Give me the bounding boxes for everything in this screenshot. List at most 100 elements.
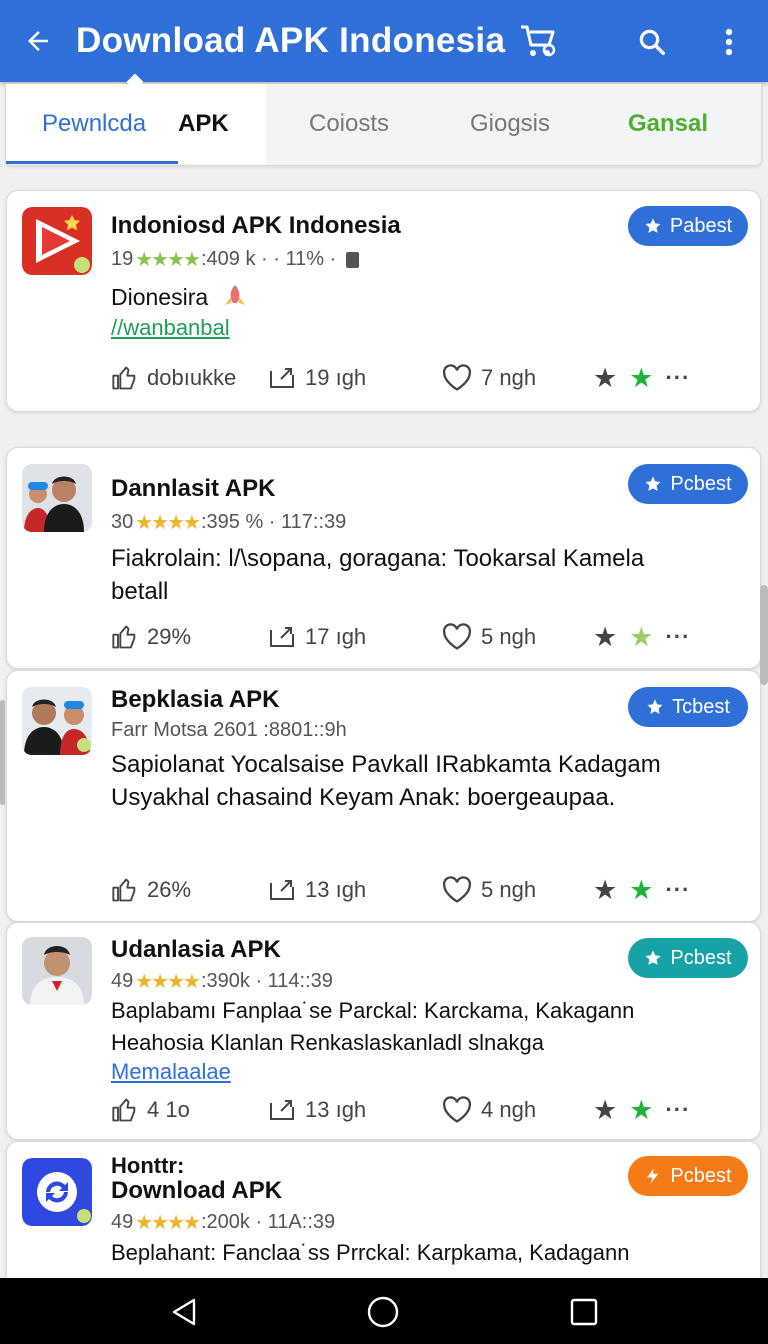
- more-vert-icon: [725, 28, 733, 56]
- card-description: Baplabamı Fanplaa˙se Parckal: Karckama, …: [111, 998, 635, 1055]
- share-button[interactable]: 17 ıgh: [267, 622, 366, 652]
- rating-stars-icon: ★★★★: [135, 249, 201, 271]
- search-button[interactable]: [630, 20, 674, 64]
- best-badge[interactable]: Pcbest: [628, 1156, 748, 1196]
- list-item[interactable]: Bepklasia APK Farr Motsa 2601 :8801::9h …: [6, 670, 761, 922]
- favorite-button[interactable]: 5 ngh: [441, 875, 536, 905]
- card-meta: 30 ★★★★ :395 % · 117::39: [111, 510, 346, 535]
- nav-recents-button[interactable]: [564, 1294, 604, 1330]
- rating-stars-icon: ★★★★: [135, 512, 201, 534]
- cart-icon[interactable]: [519, 21, 559, 61]
- best-badge[interactable]: Tcbest: [628, 687, 748, 727]
- favorite-count: 5 ngh: [481, 624, 537, 649]
- star-icon: [647, 699, 663, 714]
- share-icon: [270, 1100, 294, 1120]
- tab-downloads[interactable]: Pewnlcda APK: [6, 84, 266, 164]
- best-badge[interactable]: Pcbest: [628, 464, 748, 504]
- app-bar: Download APK Indonesia: [0, 0, 768, 82]
- favorite-button[interactable]: 5 ngh: [441, 622, 536, 652]
- star-dark-icon[interactable]: ★: [593, 875, 617, 906]
- tab-gansal[interactable]: Gansal: [588, 84, 748, 164]
- like-button[interactable]: 4 1o: [111, 1095, 190, 1125]
- heart-icon: [442, 876, 472, 903]
- card-meta: Farr Motsa 2601 :8801::9h: [111, 719, 347, 742]
- rating-actions[interactable]: ★ ★ ···: [593, 875, 690, 905]
- stat-text: :390k · 114::39: [200, 970, 333, 992]
- more-icon[interactable]: ···: [665, 877, 690, 903]
- rating-value: Farr Motsa 2601 :8801::9h: [111, 719, 347, 741]
- card-subtitle: Dionesira: [111, 283, 249, 310]
- scroll-handle[interactable]: [760, 585, 768, 685]
- tab-giogsis[interactable]: Giogsis: [432, 84, 588, 164]
- share-button[interactable]: 13 ıgh: [267, 1095, 366, 1125]
- best-badge[interactable]: Pcbest: [628, 938, 748, 978]
- card-meta: 19 ★★★★ :409 k · · 11% ·: [111, 247, 360, 272]
- card-title: Udanlasia APK: [111, 936, 281, 963]
- active-tab-underline: [6, 161, 178, 164]
- app-icon: [22, 1158, 92, 1226]
- card-title-line2: Download APK: [111, 1177, 283, 1204]
- like-count: 26%: [147, 877, 192, 902]
- list-item[interactable]: Udanlasia APK 49 ★★★★ :390k · 114::39 Ba…: [6, 922, 761, 1140]
- best-badge[interactable]: Pabest: [628, 206, 748, 246]
- list-item[interactable]: Honttr: Download APK 49 ★★★★ :200k · 11A…: [6, 1141, 761, 1278]
- like-count: 4 1o: [147, 1097, 190, 1122]
- badge-label: Pcbest: [670, 946, 732, 969]
- star-dark-icon[interactable]: ★: [593, 363, 617, 394]
- star-dark-icon[interactable]: ★: [593, 622, 617, 653]
- share-icon: [270, 880, 294, 900]
- star-dark-icon[interactable]: ★: [593, 1095, 617, 1126]
- favorite-button[interactable]: 7 ngh: [441, 363, 536, 393]
- back-button[interactable]: [0, 0, 76, 82]
- favorite-count: 4 ngh: [481, 1097, 537, 1122]
- like-button[interactable]: dobıukke: [111, 363, 236, 393]
- square-recents-icon: [570, 1298, 598, 1326]
- star-green-icon[interactable]: ★: [629, 875, 653, 906]
- tab-coiosts[interactable]: Coiosts: [266, 84, 432, 164]
- list-item[interactable]: Indoniosd APK Indonesia 19 ★★★★ :409 k ·…: [6, 190, 761, 412]
- rating-stars-icon: ★★★★: [135, 971, 201, 993]
- arrow-back-icon: [28, 31, 48, 51]
- favorite-button[interactable]: 4 ngh: [441, 1095, 536, 1125]
- star-icon: [645, 218, 661, 233]
- share-button[interactable]: 19 ıgh: [267, 363, 366, 393]
- more-icon[interactable]: ···: [665, 1097, 690, 1123]
- rating-actions[interactable]: ★ ★ ···: [593, 1095, 690, 1125]
- rating-actions[interactable]: ★ ★ ···: [593, 363, 690, 393]
- more-options-button[interactable]: [712, 20, 746, 64]
- nav-back-button[interactable]: [164, 1294, 204, 1330]
- more-icon[interactable]: ···: [665, 365, 690, 391]
- share-icon: [270, 368, 294, 388]
- share-count: 19 ıgh: [305, 365, 367, 390]
- rating-actions[interactable]: ★ ★ ···: [593, 622, 690, 652]
- share-button[interactable]: 13 ıgh: [267, 875, 366, 905]
- list-item[interactable]: Dannlasit APK 30 ★★★★ :395 % · 117::39 F…: [6, 447, 761, 669]
- card-title: Honttr:: [111, 1153, 185, 1178]
- badge-label: Tcbest: [672, 695, 730, 718]
- circle-home-icon: [367, 1296, 399, 1328]
- card-link[interactable]: Memalaalae: [111, 1059, 231, 1085]
- star-sparkle-icon[interactable]: ★: [629, 622, 653, 653]
- bolt-icon: [647, 1168, 659, 1184]
- triangle-back-icon: [172, 1298, 196, 1326]
- card-link[interactable]: //wanbanbal: [111, 315, 230, 341]
- star-green-icon[interactable]: ★: [629, 1095, 653, 1126]
- more-icon[interactable]: ···: [665, 624, 690, 650]
- card-description: Fiakrolain: l/\sopana, goragana: Tookars…: [111, 545, 645, 605]
- star-icon: [645, 950, 661, 965]
- app-icon: [22, 464, 92, 532]
- like-button[interactable]: 26%: [111, 875, 191, 905]
- heart-icon: [442, 364, 472, 391]
- share-count: 13 ıgh: [305, 1097, 367, 1122]
- favorite-count: 5 ngh: [481, 877, 537, 902]
- share-icon: [270, 627, 294, 647]
- like-button[interactable]: 29%: [111, 622, 191, 652]
- star-green-icon[interactable]: ★: [629, 363, 653, 394]
- thumb-up-icon: [112, 878, 136, 902]
- share-count: 17 ıgh: [305, 624, 367, 649]
- card-title: Indoniosd APK Indonesia: [111, 212, 401, 239]
- badge-label: Pcbest: [670, 1164, 732, 1187]
- rating-stars-icon: ★★★★: [135, 1212, 201, 1234]
- thumb-up-icon: [112, 1098, 136, 1122]
- nav-home-button[interactable]: [363, 1294, 403, 1330]
